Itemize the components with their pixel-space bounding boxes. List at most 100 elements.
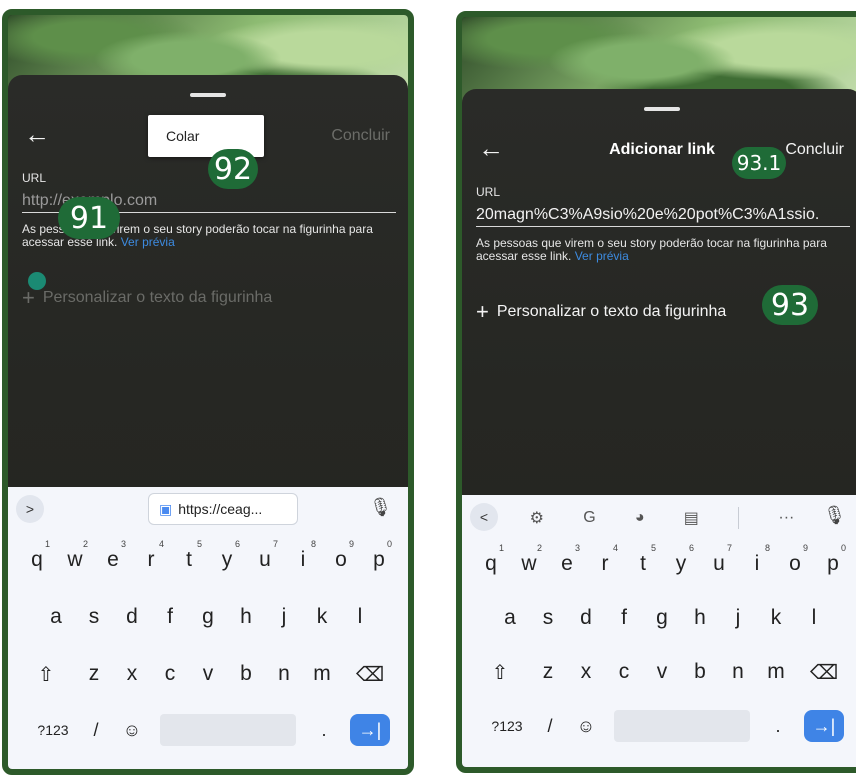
microphone-icon[interactable]: 🎙 — [823, 505, 846, 526]
symbols-key[interactable]: ?123 — [480, 703, 534, 749]
key-e[interactable]: e3 — [548, 541, 586, 587]
key-w[interactable]: w2 — [510, 541, 548, 587]
key-i[interactable]: i8 — [284, 537, 322, 583]
key-c[interactable]: c — [151, 651, 189, 697]
key-s[interactable]: s — [75, 594, 113, 640]
done-button[interactable]: Concluir — [331, 127, 390, 145]
key-f[interactable]: f — [605, 595, 643, 641]
key-p[interactable]: p0 — [360, 537, 398, 583]
slash-key[interactable]: / — [80, 707, 112, 753]
clipboard-suggestion-chip[interactable]: ▣ https://ceag... — [148, 493, 298, 525]
key-v[interactable]: v — [643, 649, 681, 695]
help-text-body: As pessoas que virem o seu story poderão… — [476, 236, 827, 263]
customize-sticker-text-button[interactable]: + Personalizar o texto da figurinha — [476, 299, 726, 325]
customize-sticker-text-button[interactable]: + Personalizar o texto da figurinha — [22, 285, 272, 311]
clipboard-icon: ▣ — [159, 500, 173, 517]
emoji-icon[interactable]: ☺ — [112, 707, 152, 753]
key-u[interactable]: u7 — [246, 537, 284, 583]
backspace-icon[interactable]: ⌫ — [795, 649, 853, 695]
key-p[interactable]: p0 — [814, 541, 852, 587]
drag-handle[interactable] — [644, 107, 680, 111]
period-key[interactable]: . — [304, 707, 344, 753]
key-r[interactable]: r4 — [586, 541, 624, 587]
key-g[interactable]: g — [643, 595, 681, 641]
key-z[interactable]: z — [75, 651, 113, 697]
key-q[interactable]: q1 — [18, 537, 56, 583]
key-y[interactable]: y6 — [662, 541, 700, 587]
enter-icon[interactable]: →| — [804, 710, 844, 742]
done-button[interactable]: Concluir — [785, 141, 844, 159]
backspace-icon[interactable]: ⌫ — [341, 651, 399, 697]
drag-handle[interactable] — [190, 93, 226, 97]
key-c[interactable]: c — [605, 649, 643, 695]
key-e[interactable]: e3 — [94, 537, 132, 583]
key-d[interactable]: d — [113, 594, 151, 640]
key-r[interactable]: r4 — [132, 537, 170, 583]
key-f[interactable]: f — [151, 594, 189, 640]
toolbar-icon-row: ⚙ G ◕ ▤ ··· — [510, 507, 814, 529]
key-x[interactable]: x — [113, 651, 151, 697]
text-cursor-handle[interactable] — [28, 272, 46, 290]
key-h[interactable]: h — [227, 594, 265, 640]
paste-option[interactable]: Colar — [166, 128, 199, 144]
enter-icon[interactable]: →| — [350, 714, 390, 746]
shift-key-icon[interactable]: ⇧ — [17, 651, 75, 697]
more-options-icon[interactable]: ··· — [778, 509, 794, 527]
key-t[interactable]: t5 — [624, 541, 662, 587]
key-z[interactable]: z — [529, 649, 567, 695]
key-b[interactable]: b — [227, 651, 265, 697]
key-q[interactable]: q1 — [472, 541, 510, 587]
key-j[interactable]: j — [719, 595, 757, 641]
key-m[interactable]: m — [757, 649, 795, 695]
key-n[interactable]: n — [719, 649, 757, 695]
settings-gear-icon[interactable]: ⚙ — [530, 508, 544, 528]
right-phone-screenshot: ← Adicionar link Concluir URL As pessoas… — [456, 11, 856, 773]
theme-palette-icon[interactable]: ◕ — [635, 509, 645, 527]
microphone-icon[interactable]: 🎙 — [369, 497, 392, 518]
customize-label: Personalizar o texto da figurinha — [42, 289, 273, 306]
key-h[interactable]: h — [681, 595, 719, 641]
key-l[interactable]: l — [341, 594, 379, 640]
translate-icon[interactable]: G — [583, 509, 595, 527]
expand-toolbar-icon[interactable]: > — [16, 495, 44, 523]
symbols-key[interactable]: ?123 — [26, 707, 80, 753]
slash-key[interactable]: / — [534, 703, 566, 749]
key-d[interactable]: d — [567, 595, 605, 641]
collapse-toolbar-icon[interactable]: < — [470, 503, 498, 531]
period-key[interactable]: . — [758, 703, 798, 749]
preview-link[interactable]: Ver prévia — [575, 249, 629, 263]
key-j[interactable]: j — [265, 594, 303, 640]
key-o[interactable]: o9 — [322, 537, 360, 583]
emoji-icon[interactable]: ☺ — [566, 703, 606, 749]
url-label: URL — [476, 185, 501, 199]
space-bar[interactable] — [160, 714, 296, 746]
clipboard-icon[interactable]: ▤ — [684, 508, 699, 528]
key-i[interactable]: i8 — [738, 541, 776, 587]
key-t[interactable]: t5 — [170, 537, 208, 583]
key-n[interactable]: n — [265, 651, 303, 697]
url-input[interactable] — [476, 203, 850, 227]
key-o[interactable]: o9 — [776, 541, 814, 587]
key-k[interactable]: k — [757, 595, 795, 641]
preview-link[interactable]: Ver prévia — [121, 235, 175, 249]
key-m[interactable]: m — [303, 651, 341, 697]
shift-key-icon[interactable]: ⇧ — [471, 649, 529, 695]
key-w[interactable]: w2 — [56, 537, 94, 583]
key-y[interactable]: y6 — [208, 537, 246, 583]
key-s[interactable]: s — [529, 595, 567, 641]
key-g[interactable]: g — [189, 594, 227, 640]
keyboard-row-2: a s d f g h j k l — [8, 594, 408, 640]
key-a[interactable]: a — [37, 594, 75, 640]
step-badge: 93.1 — [732, 147, 786, 179]
key-u[interactable]: u7 — [700, 541, 738, 587]
key-v[interactable]: v — [189, 651, 227, 697]
keyboard-row-1: q1 w2 e3 r4 t5 y6 u7 i8 o9 p0 — [462, 541, 856, 587]
keyboard-row-2: a s d f g h j k l — [462, 595, 856, 641]
key-b[interactable]: b — [681, 649, 719, 695]
key-l[interactable]: l — [795, 595, 833, 641]
space-bar[interactable] — [614, 710, 750, 742]
step-badge: 92 — [208, 149, 258, 189]
key-a[interactable]: a — [491, 595, 529, 641]
key-k[interactable]: k — [303, 594, 341, 640]
key-x[interactable]: x — [567, 649, 605, 695]
